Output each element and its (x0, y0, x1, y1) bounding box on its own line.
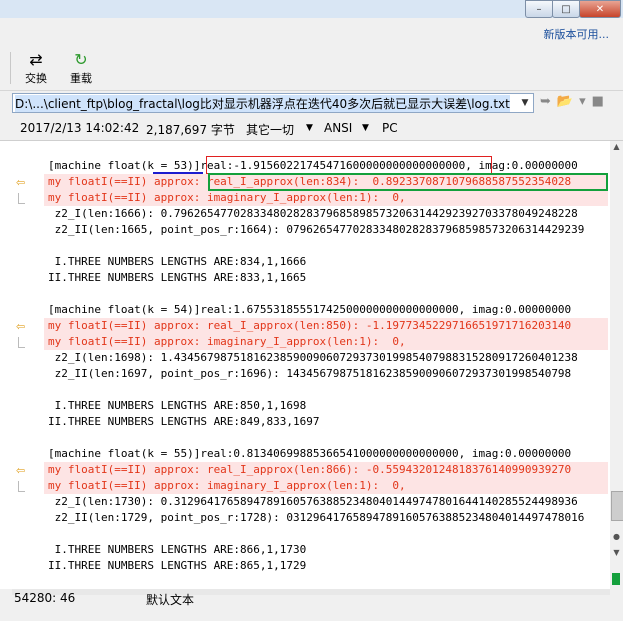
log-line: [machine float(k = 55)]real:0.8134069988… (48, 447, 572, 460)
next-icon[interactable]: ➥ (540, 94, 551, 109)
overview-marker (612, 573, 620, 585)
log-line: II.THREE NUMBERS LENGTHS ARE:865,1,1729 (48, 559, 307, 572)
highlight-underline (153, 172, 203, 174)
reload-button[interactable]: ↻ 重载 (61, 50, 101, 86)
format-dropdown-icon[interactable]: ▼ (306, 123, 313, 133)
log-line-diff: my floatI(==II) approx: imaginary_I_appr… (44, 478, 608, 494)
window-controls: – □ ✕ (525, 0, 621, 18)
text-mode: 默认文本 (146, 593, 195, 607)
scroll-next-icon[interactable]: ▼ (610, 547, 623, 559)
diff-bracket (18, 481, 25, 492)
diff-bracket (18, 193, 25, 204)
file-size: 2,187,697 字节 (146, 123, 235, 137)
log-line-diff: my floatI(==II) approx: real_I_approx(le… (44, 462, 608, 478)
maximize-button[interactable]: □ (552, 0, 580, 18)
scroll-prev-icon[interactable]: ● (610, 531, 623, 543)
reload-label: 重载 (70, 72, 92, 85)
log-line: I.THREE NUMBERS LENGTHS ARE:850,1,1698 (48, 399, 307, 412)
path-actions: ➥ 📂 ▾ ■ (540, 94, 604, 109)
path-bar: D:\...\client_ftp\blog_fractal\log比对显示机器… (0, 91, 623, 115)
swap-button[interactable]: ⇄ 交换 (16, 50, 56, 86)
log-line: II.THREE NUMBERS LENGTHS ARE:849,833,169… (48, 415, 320, 428)
swap-icon: ⇄ (29, 50, 43, 69)
log-line: [machine float(k = 54)]real:1.6755318555… (48, 303, 572, 316)
vertical-scrollbar[interactable]: ▲ ● ▼ (610, 141, 623, 589)
diff-arrow-icon[interactable]: ⇦ (16, 320, 25, 333)
new-version-link[interactable]: 新版本可用... (544, 26, 610, 42)
highlight-box-red (206, 156, 492, 174)
text-editor[interactable]: [machine float(k = 53)]real:-1.915602217… (0, 141, 610, 589)
top-bar: 新版本可用... (0, 18, 623, 44)
path-input[interactable]: D:\...\client_ftp\blog_fractal\log比对显示机器… (12, 93, 534, 113)
diff-arrow-icon[interactable]: ⇦ (16, 464, 25, 477)
log-line: z2_I(len:1730): 0.3129641765894789160576… (48, 495, 578, 508)
diff-arrow-icon[interactable]: ⇦ (16, 176, 25, 189)
log-line-diff: my floatI(==II) approx: imaginary_I_appr… (44, 334, 608, 350)
line-ending[interactable]: PC (382, 121, 398, 135)
encoding-dropdown-icon[interactable]: ▼ (362, 123, 369, 133)
path-text: D:\...\client_ftp\blog_fractal\log比对显示机器… (15, 95, 510, 112)
format-select[interactable]: 其它一切 (246, 121, 294, 138)
dropdown-icon[interactable]: ▾ (579, 94, 586, 109)
log-line-diff: my floatI(==II) approx: imaginary_I_appr… (44, 190, 608, 206)
log-line: z2_II(len:1697, point_pos_r:1696): 14345… (48, 367, 572, 380)
log-line: I.THREE NUMBERS LENGTHS ARE:834,1,1666 (48, 255, 307, 268)
folder-open-icon[interactable]: 📂 (557, 94, 573, 109)
reload-icon: ↻ (74, 50, 88, 69)
log-line: I.THREE NUMBERS LENGTHS ARE:866,1,1730 (48, 543, 307, 556)
minimize-button[interactable]: – (525, 0, 553, 18)
horizontal-scrollbar[interactable] (12, 589, 610, 595)
log-line: z2_II(len:1729, point_pos_r:1728): 03129… (48, 511, 585, 524)
toolbar-separator (10, 52, 11, 84)
highlight-box-green (208, 173, 608, 191)
close-button[interactable]: ✕ (579, 0, 621, 18)
log-line-diff: my floatI(==II) approx: real_I_approx(le… (44, 318, 608, 334)
swap-label: 交换 (25, 72, 47, 85)
log-line: z2_II(len:1665, point_pos_r:1664): 07962… (48, 223, 585, 236)
diff-bracket (18, 337, 25, 348)
scroll-thumb[interactable] (611, 491, 623, 521)
chevron-down-icon[interactable]: ▼ (518, 95, 532, 111)
log-line: II.THREE NUMBERS LENGTHS ARE:833,1,1665 (48, 271, 307, 284)
file-date: 2017/2/13 14:02:42 (20, 121, 140, 135)
gutter (0, 141, 44, 589)
title-bar: – □ ✕ (0, 0, 623, 18)
status-bar: 54280: 46 默认文本 (0, 589, 623, 621)
cursor-position: 54280: 46 (14, 591, 76, 605)
save-icon[interactable]: ■ (592, 94, 604, 109)
log-line: z2_I(len:1666): 0.7962654770283348028283… (48, 207, 578, 220)
log-line: z2_I(len:1698): 1.4345679875181623859009… (48, 351, 578, 364)
toolbar: ⇄ 交换 ↻ 重载 (0, 44, 623, 91)
encoding-select[interactable]: ANSI (324, 121, 352, 135)
file-info-bar: 2017/2/13 14:02:42 2,187,697 字节 其它一切 ▼ A… (0, 116, 623, 141)
scroll-up-icon[interactable]: ▲ (610, 141, 623, 153)
